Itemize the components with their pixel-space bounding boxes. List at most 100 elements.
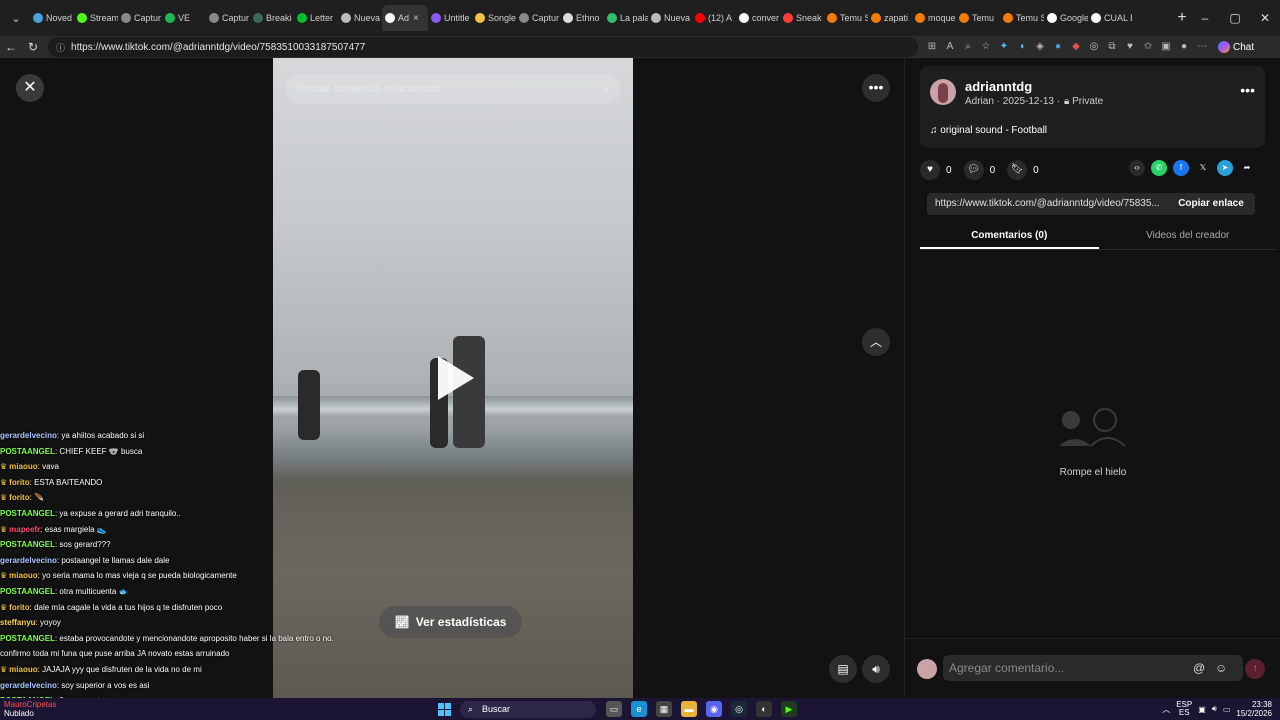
volume-button[interactable]: 🔊︎ <box>862 655 890 683</box>
author-avatar[interactable] <box>930 79 956 105</box>
browser-tab[interactable]: La pala <box>604 5 648 31</box>
save-button[interactable]: 🔖︎ 0 <box>1007 160 1039 180</box>
browser-tab[interactable]: Nueva <box>338 5 382 31</box>
chat-username[interactable]: mapeefr <box>9 525 40 534</box>
chat-username[interactable]: POSTAANGEL <box>0 587 55 596</box>
chat-username[interactable]: forito <box>9 603 29 612</box>
chat-username[interactable]: POSTAANGEL <box>0 509 55 518</box>
browser-tab[interactable]: Songle <box>472 5 516 31</box>
taskbar-search[interactable]: ⌕ Buscar <box>460 701 596 718</box>
play-icon[interactable] <box>438 356 474 400</box>
close-video-button[interactable]: ✕ <box>16 74 44 102</box>
emoji-icon[interactable]: ☺ <box>1215 655 1227 681</box>
collections-icon[interactable]: ▣ <box>1160 41 1172 53</box>
floating-player-button[interactable]: ▤ <box>829 655 857 683</box>
sound-link[interactable]: ♫ original sound - Football <box>930 125 1047 136</box>
extensions-puzzle-icon[interactable]: ⧉ <box>1106 41 1118 53</box>
browser-essentials-icon[interactable]: ♥ <box>1124 41 1136 53</box>
tab-comments[interactable]: Comentarios (0) <box>920 224 1099 249</box>
browser-tab[interactable]: Untitle <box>428 5 472 31</box>
extension-icon[interactable]: ◆ <box>1070 41 1082 53</box>
browser-tab[interactable]: Google <box>1044 5 1088 31</box>
translate-icon[interactable]: A <box>944 41 956 53</box>
copy-link-button[interactable]: Copiar enlace <box>1167 193 1255 215</box>
share-icon[interactable]: ➦ <box>1239 160 1255 176</box>
author-username[interactable]: adrianntdg <box>965 79 1032 94</box>
browser-tab[interactable]: Breaki <box>250 5 294 31</box>
maximize-button[interactable]: ▢ <box>1220 0 1250 36</box>
browser-tab[interactable]: Temu S <box>1000 5 1044 31</box>
previous-video-button[interactable]: ︿ <box>862 328 890 356</box>
network-icon[interactable]: ▣ <box>1198 705 1206 714</box>
mention-icon[interactable]: @ <box>1193 655 1205 681</box>
streaming-app-icon[interactable]: ▶ <box>781 701 797 717</box>
store-icon[interactable]: ▦ <box>656 701 672 717</box>
chat-username[interactable]: miaouo <box>9 571 37 580</box>
back-button[interactable]: ← <box>0 40 22 54</box>
browser-tab[interactable]: (12) A <box>692 5 736 31</box>
chat-username[interactable]: gerardelvecino <box>0 681 57 690</box>
browser-tab[interactable]: Temu <box>956 5 1000 31</box>
chat-username[interactable]: forito <box>9 493 29 502</box>
browser-tab[interactable]: Noved <box>30 5 74 31</box>
tab-close-icon[interactable]: × <box>413 13 419 24</box>
zoom-icon[interactable]: ⌕ <box>962 41 974 53</box>
browser-tab[interactable]: Ad × <box>382 5 428 31</box>
profile-avatar-icon[interactable]: ● <box>1178 41 1190 53</box>
volume-icon[interactable]: 🔊︎ <box>1212 704 1217 714</box>
more-options-button[interactable]: ••• <box>862 74 890 102</box>
extension-icon[interactable]: ◈ <box>1034 41 1046 53</box>
telegram-icon[interactable]: ➤ <box>1217 160 1233 176</box>
file-explorer-icon[interactable]: ▬ <box>681 701 697 717</box>
window-close-button[interactable]: ✕ <box>1250 0 1280 36</box>
embed-icon[interactable]: ‹› <box>1129 160 1145 176</box>
chat-username[interactable]: POSTAANGEL <box>0 540 55 549</box>
comment-button[interactable]: 💬︎ 0 <box>963 160 995 180</box>
browser-tab[interactable]: Captur <box>118 5 162 31</box>
task-view-icon[interactable]: ▭ <box>606 701 622 717</box>
browser-tab[interactable]: Ethno <box>560 5 604 31</box>
audio-extension-icon[interactable]: ◖ <box>1016 41 1028 53</box>
settings-more-icon[interactable]: ⋯ <box>1196 41 1208 53</box>
browser-tab[interactable]: moque <box>912 5 956 31</box>
app-available-icon[interactable]: ⊞ <box>926 41 938 53</box>
x-icon[interactable]: 𝕏 <box>1195 160 1211 176</box>
minimize-button[interactable]: – <box>1190 0 1220 36</box>
site-info-icon[interactable]: ⓘ <box>56 41 65 54</box>
extension-icon[interactable]: ◎ <box>1088 41 1100 53</box>
edge-icon[interactable]: e <box>631 701 647 717</box>
chat-username[interactable]: forito <box>9 478 29 487</box>
browser-tab[interactable]: Captur <box>206 5 250 31</box>
browser-tab[interactable]: Letter <box>294 5 338 31</box>
steam-icon[interactable]: ◎ <box>731 701 747 717</box>
browser-tab[interactable]: Stream <box>74 5 118 31</box>
copilot-chat-button[interactable]: Chat <box>1218 41 1254 53</box>
weather-widget[interactable]: MauroCripetas Nublado <box>4 700 56 718</box>
tab-list-button[interactable]: ⌄ <box>4 6 28 30</box>
share-link-field[interactable]: https://www.tiktok.com/@adrianntdg/video… <box>927 193 1167 215</box>
browser-tab[interactable]: Captur <box>516 5 560 31</box>
language-indicator[interactable]: ESP ES <box>1176 701 1192 717</box>
tray-overflow-icon[interactable]: ︿ <box>1162 704 1170 715</box>
url-field[interactable]: ⓘ https://www.tiktok.com/@adrianntdg/vid… <box>48 37 918 57</box>
browser-tab[interactable]: Nueva <box>648 5 692 31</box>
author-more-button[interactable]: ••• <box>1240 82 1255 98</box>
browser-tab[interactable]: Temu S <box>824 5 868 31</box>
favorites-icon[interactable]: ✩ <box>1142 41 1154 53</box>
browser-tab[interactable]: zapati <box>868 5 912 31</box>
obs-icon[interactable]: ◐ <box>756 701 772 717</box>
favorite-star-icon[interactable]: ☆ <box>980 41 992 53</box>
browser-tab[interactable]: conver <box>736 5 780 31</box>
chat-username[interactable]: miaouo <box>9 665 37 674</box>
comment-input[interactable]: Agregar comentario... @ ☺ <box>943 655 1243 681</box>
browser-tab[interactable]: VE <box>162 5 206 31</box>
extension-icon[interactable]: ✦ <box>998 41 1010 53</box>
clock[interactable]: 23:38 15/2/2026 <box>1236 700 1272 718</box>
related-search-input[interactable]: Buscar contenido relacionado ⌕ <box>285 74 621 104</box>
chat-username[interactable]: gerardelvecino <box>0 431 57 440</box>
browser-tab[interactable]: Sneak <box>780 5 824 31</box>
browser-tab[interactable]: CUAL E <box>1088 5 1132 31</box>
chat-username[interactable]: POSTAANGEL <box>0 447 55 456</box>
battery-icon[interactable]: ▭ <box>1223 705 1231 714</box>
facebook-icon[interactable]: f <box>1173 160 1189 176</box>
